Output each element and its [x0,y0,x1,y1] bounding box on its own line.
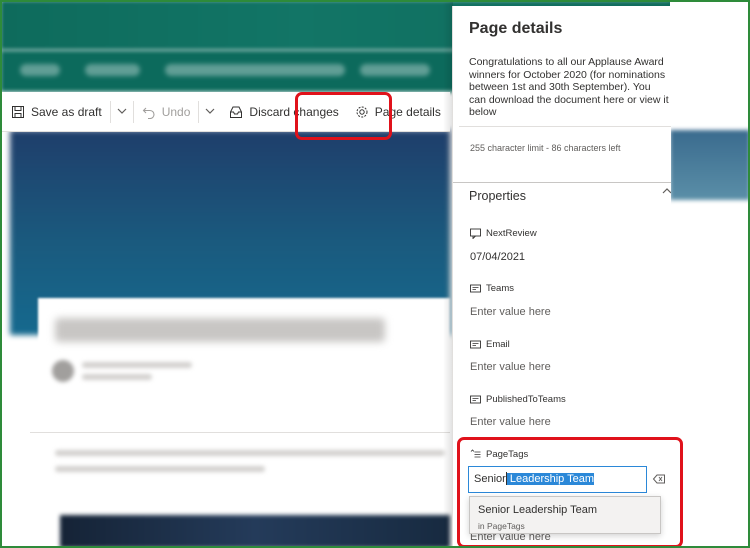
body-text-blurred [55,466,265,472]
page-title-blurred [55,318,385,342]
nextreview-value[interactable]: 07/04/2021 [470,251,525,263]
embedded-document-blurred [60,515,450,548]
calendar-icon [470,228,481,239]
save-icon [12,105,24,118]
character-limit-text: 255 character limit - 86 characters left [470,143,621,153]
email-input[interactable]: Enter value here [470,361,551,373]
description-underline [459,126,671,127]
text-field-icon [470,340,481,349]
publishedtoteams-input[interactable]: Enter value here [470,416,551,428]
text-field-icon [470,284,481,293]
undo-button[interactable]: Undo [134,92,199,131]
discard-icon [230,106,243,118]
save-as-draft-label: Save as draft [31,104,102,119]
content-divider [30,432,450,433]
description-field[interactable]: Congratulations to all our Applause Awar… [469,56,669,119]
title-card-blurred [38,298,450,408]
save-options-chevron-icon[interactable] [111,105,133,119]
teams-input[interactable]: Enter value here [470,306,551,318]
undo-label: Undo [161,104,191,119]
undo-options-chevron-icon[interactable] [199,105,221,119]
right-image-blurred [670,130,750,200]
chevron-up-icon[interactable] [662,186,671,200]
properties-heading[interactable]: Properties [469,189,526,203]
pagetags-annotation-box [457,437,683,548]
field-label-nextreview: NextReview [470,228,537,239]
save-as-draft-button[interactable]: Save as draft [0,92,110,131]
author-role-blurred [82,374,152,380]
field-label-teams: Teams [470,283,514,294]
text-field-icon [470,395,481,404]
section-divider [453,182,671,183]
field-label-email: Email [470,339,510,350]
author-name-blurred [82,362,192,368]
field-label-publishedtoteams: PublishedToTeams [470,394,566,405]
undo-icon [142,107,155,119]
author-avatar-blurred [52,360,74,382]
body-text-blurred [55,450,445,456]
page-details-annotation-box [295,92,392,140]
panel-title: Page details [469,20,563,37]
